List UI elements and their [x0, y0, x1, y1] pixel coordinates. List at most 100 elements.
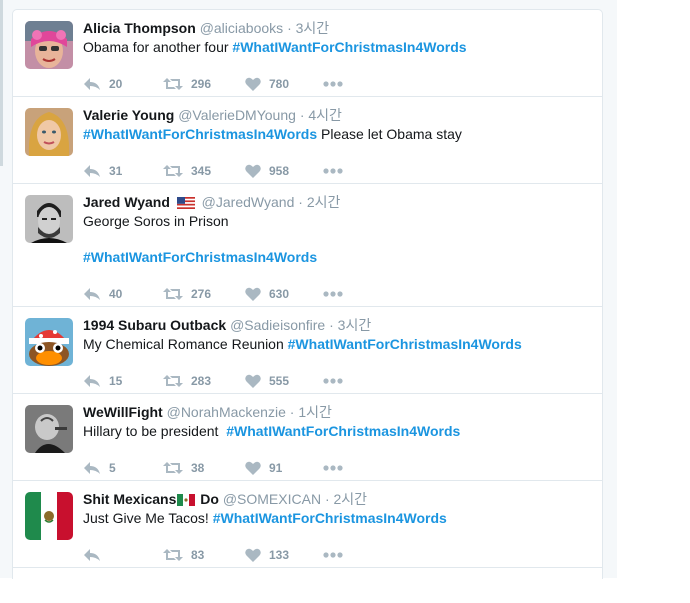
hashtag-link[interactable]: #WhatIWantForChristmasIn4Words — [226, 423, 460, 439]
tweet-text: #WhatIWantForChristmasIn4Words Please le… — [83, 125, 592, 143]
avatar[interactable] — [25, 21, 73, 69]
like-button[interactable]: 133 — [245, 545, 289, 565]
like-count: 91 — [269, 461, 283, 475]
tweet[interactable]: 1994 Subaru Outback @Sadieisonfire · 3시간… — [13, 307, 602, 394]
separator: · — [298, 194, 303, 210]
tweet[interactable]: Valerie Young @ValerieDMYoung · 4시간 #Wha… — [13, 97, 602, 184]
tweet[interactable]: WeWillFight @NorahMackenzie · 1시간 Hillar… — [13, 394, 602, 481]
tweet-actions: 83 133 — [83, 545, 383, 565]
like-count: 133 — [269, 548, 290, 562]
heart-icon — [245, 77, 261, 91]
more-button[interactable] — [323, 161, 343, 181]
tweet-text-before: My Chemical Romance Reunion — [83, 336, 288, 352]
retweet-icon — [163, 165, 183, 177]
hashtag-link[interactable]: #WhatIWantForChristmasIn4Words — [213, 510, 447, 526]
username[interactable]: @NorahMackenzie — [167, 404, 286, 420]
more-button[interactable] — [323, 545, 343, 565]
like-button[interactable]: 630 — [245, 284, 289, 304]
tweet[interactable]: Alicia Thompson @aliciabooks · 3시간 Obama… — [13, 10, 602, 97]
avatar[interactable] — [25, 108, 73, 156]
fullname[interactable]: Alicia Thompson — [83, 20, 196, 36]
tweet-header: 1994 Subaru Outback @Sadieisonfire · 3시간 — [83, 315, 592, 335]
separator: · — [324, 491, 330, 507]
more-dots-icon — [323, 465, 343, 471]
retweet-button[interactable]: 345 — [163, 161, 211, 181]
reply-button[interactable]: 31 — [83, 161, 122, 181]
tweet-text-line2: #WhatIWantForChristmasIn4Words — [83, 248, 592, 266]
fullname[interactable]: Shit Mexicans Do — [83, 491, 219, 507]
retweet-button[interactable]: 276 — [163, 284, 211, 304]
fullname[interactable]: Valerie Young — [83, 107, 174, 123]
reply-button[interactable]: 20 — [83, 74, 122, 94]
avatar[interactable] — [25, 318, 73, 366]
more-button[interactable] — [323, 284, 343, 304]
username[interactable]: @ValerieDMYoung — [178, 107, 296, 123]
like-count: 630 — [269, 287, 290, 301]
username[interactable]: @aliciabooks — [200, 20, 283, 36]
avatar[interactable] — [25, 492, 73, 540]
timestamp[interactable]: 2시간 — [334, 491, 368, 507]
like-button[interactable]: 91 — [245, 458, 282, 478]
tweet-actions: 40 276 630 — [83, 284, 383, 304]
like-button[interactable]: 780 — [245, 74, 289, 94]
tweet-actions: 20 296 780 — [83, 74, 383, 94]
retweet-count: 38 — [191, 461, 205, 475]
like-button[interactable]: 555 — [245, 371, 289, 391]
tweet-stream: Alicia Thompson @aliciabooks · 3시간 Obama… — [12, 9, 603, 579]
tweet-text: Obama for another four #WhatIWantForChri… — [83, 38, 592, 56]
reply-button[interactable]: 40 — [83, 284, 122, 304]
reply-button[interactable]: 15 — [83, 371, 122, 391]
hashtag-link[interactable]: #WhatIWantForChristmasIn4Words — [83, 249, 317, 265]
tweet-header: Shit Mexicans Do @SOMEXICAN · 2시간 — [83, 489, 592, 509]
like-count: 780 — [269, 77, 290, 91]
retweet-button[interactable]: 296 — [163, 74, 211, 94]
retweet-button[interactable]: 283 — [163, 371, 211, 391]
timestamp[interactable]: 3시간 — [296, 20, 330, 36]
reply-count: 5 — [109, 461, 116, 475]
tweet-text-before: Just Give Me Tacos! — [83, 510, 213, 526]
hashtag-link[interactable]: #WhatIWantForChristmasIn4Words — [232, 39, 466, 55]
timestamp[interactable]: 4시간 — [308, 107, 342, 123]
retweet-icon — [163, 462, 183, 474]
left-edge — [0, 0, 3, 166]
username[interactable]: @Sadieisonfire — [230, 317, 325, 333]
like-button[interactable]: 958 — [245, 161, 289, 181]
timestamp[interactable]: 2시간 — [307, 194, 341, 210]
more-dots-icon — [323, 81, 343, 87]
reply-button[interactable] — [83, 545, 109, 565]
tweet-text-after: Please let Obama stay — [317, 126, 462, 142]
retweet-button[interactable]: 83 — [163, 545, 204, 565]
like-count: 555 — [269, 374, 290, 388]
tweet-header: WeWillFight @NorahMackenzie · 1시간 — [83, 402, 592, 422]
username[interactable]: @JaredWyand — [202, 194, 295, 210]
avatar[interactable] — [25, 195, 73, 243]
separator: · — [289, 404, 295, 420]
timestamp[interactable]: 3시간 — [338, 317, 372, 333]
tweet-header: Valerie Young @ValerieDMYoung · 4시간 — [83, 105, 592, 125]
retweet-icon — [163, 549, 183, 561]
reply-icon — [84, 288, 100, 300]
fullname[interactable]: Jared Wyand — [83, 194, 170, 210]
retweet-button[interactable]: 38 — [163, 458, 204, 478]
timestamp[interactable]: 1시간 — [298, 404, 332, 420]
avatar[interactable] — [25, 405, 73, 453]
tweet[interactable]: Jared Wyand @JaredWyand · 2시간 George Sor… — [13, 184, 602, 307]
reply-count: 40 — [109, 287, 123, 301]
tweet[interactable]: Shit Mexicans Do @SOMEXICAN · 2시간 Just G… — [13, 481, 602, 568]
hashtag-link[interactable]: #WhatIWantForChristmasIn4Words — [83, 126, 317, 142]
fullname[interactable]: WeWillFight — [83, 404, 163, 420]
hashtag-link[interactable]: #WhatIWantForChristmasIn4Words — [288, 336, 522, 352]
retweet-icon — [163, 288, 183, 300]
tweet-text: My Chemical Romance Reunion #WhatIWantFo… — [83, 335, 592, 353]
tweet-text: Just Give Me Tacos! #WhatIWantForChristm… — [83, 509, 592, 527]
heart-icon — [245, 374, 261, 388]
more-button[interactable] — [323, 458, 343, 478]
more-button[interactable] — [323, 371, 343, 391]
reply-button[interactable]: 5 — [83, 458, 116, 478]
username[interactable]: @SOMEXICAN — [223, 491, 321, 507]
more-dots-icon — [323, 168, 343, 174]
fullname[interactable]: 1994 Subaru Outback — [83, 317, 226, 333]
more-button[interactable] — [323, 74, 343, 94]
reply-icon — [84, 165, 100, 177]
tweet-actions: 15 283 555 — [83, 371, 383, 391]
